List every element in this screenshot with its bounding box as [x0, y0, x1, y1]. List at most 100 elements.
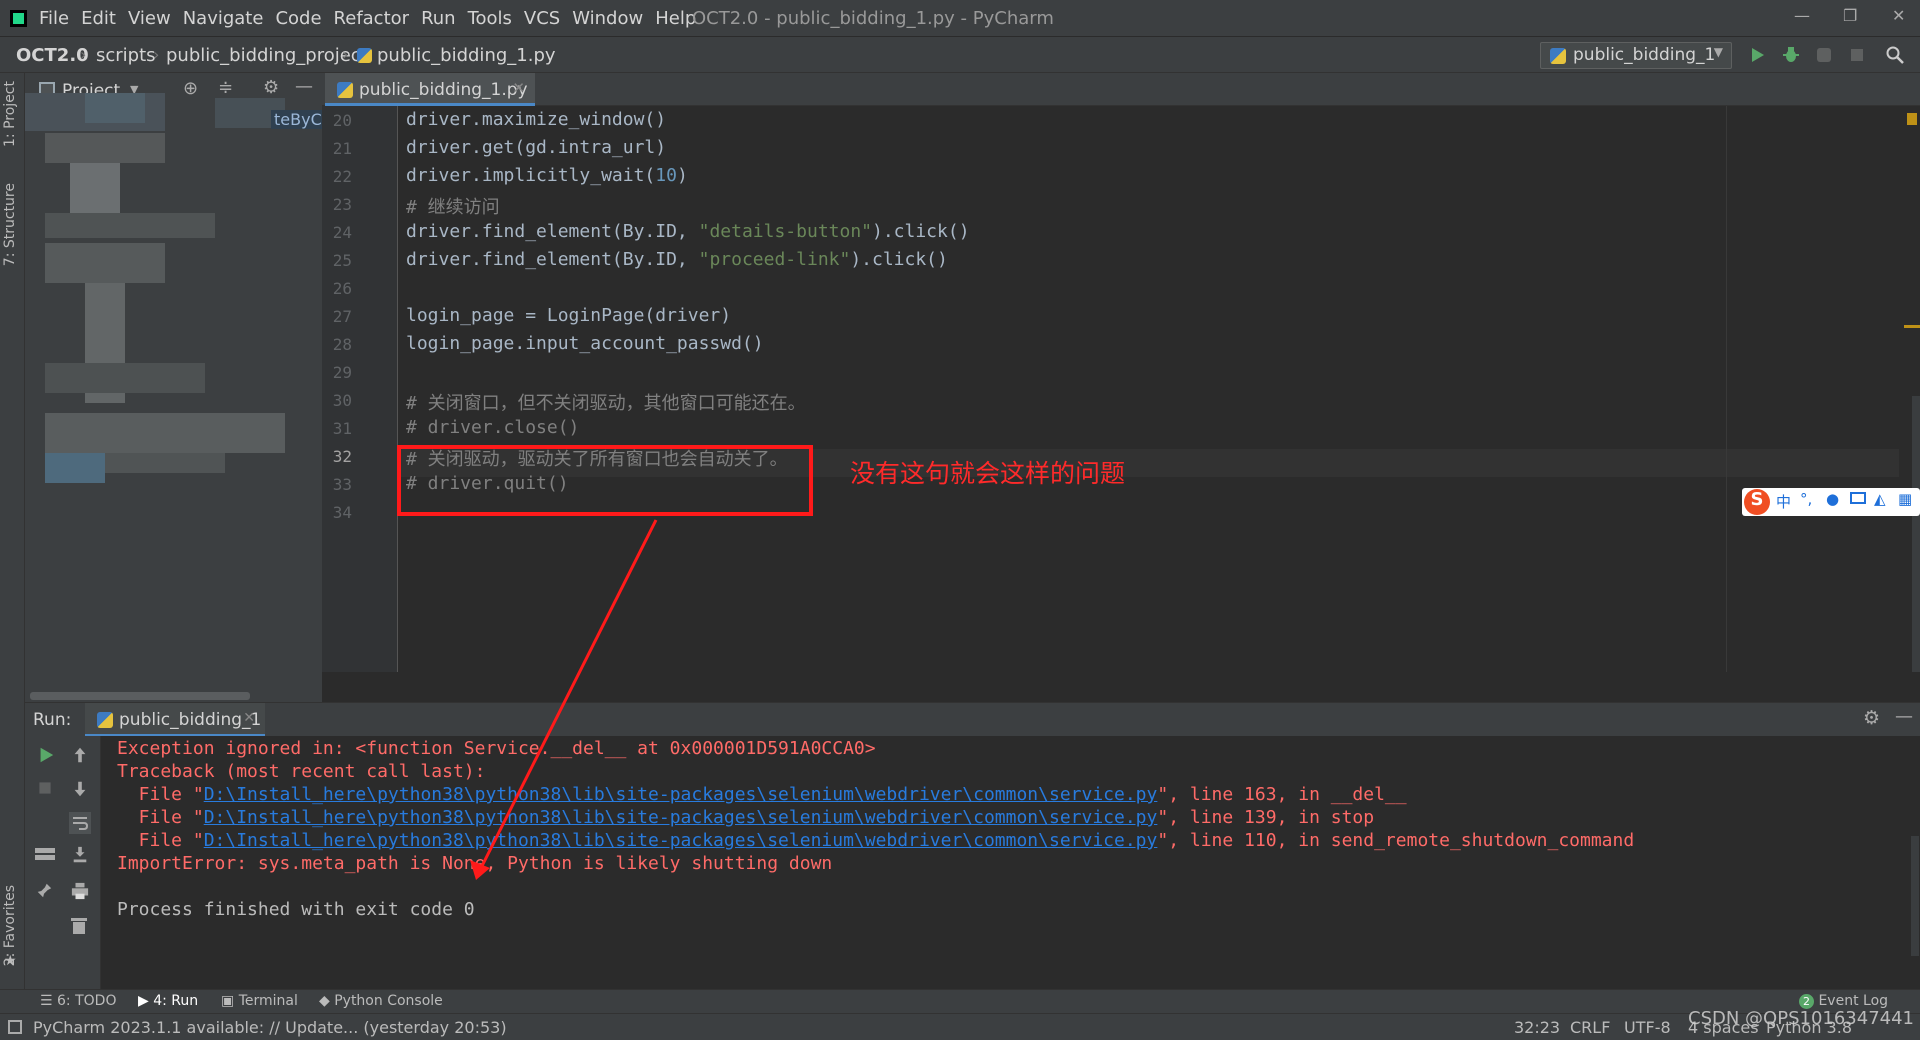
skin-icon[interactable]: ◭: [1874, 490, 1886, 508]
close-run-tab-icon[interactable]: ✕: [243, 710, 255, 726]
watermark: CSDN @QPS1016347441: [1688, 1008, 1915, 1029]
event-log-label: Event Log: [1818, 993, 1889, 1009]
menu-view[interactable]: View: [128, 8, 171, 29]
gear-icon[interactable]: ⚙: [1863, 707, 1880, 729]
debug-icon[interactable]: [1781, 45, 1801, 65]
breadcrumb-folder-project[interactable]: public_bidding_project: [166, 45, 368, 66]
console-line: File "D:\Install_here\python38\python38\…: [117, 784, 1407, 805]
event-log-tab[interactable]: 2 Event Log: [1799, 993, 1888, 1009]
ime-toolbar[interactable]: S 中 °, ● ◭ ▦: [1742, 488, 1920, 516]
hide-panel-icon[interactable]: —: [1895, 706, 1913, 727]
editor-scroll-stripe[interactable]: [1900, 106, 1920, 672]
project-panel: Project ▼ ⊕ ≑ ⚙ — teByCl: [25, 73, 330, 702]
breadcrumb-project[interactable]: OCT2.0: [16, 45, 89, 66]
todo-tab-label: 6: TODO: [57, 993, 117, 1009]
warning-marker-icon[interactable]: [1907, 113, 1917, 125]
python-console-tab-label: Python Console: [334, 993, 443, 1009]
trash-icon[interactable]: [71, 916, 87, 934]
file-encoding[interactable]: UTF-8: [1624, 1018, 1671, 1037]
run-toolbar: [25, 736, 101, 989]
menu-bar: File Edit View Navigate Code Refactor Ru…: [0, 0, 1920, 36]
toolbox-icon[interactable]: ▦: [1898, 490, 1912, 508]
sogou-logo-icon: S: [1744, 489, 1770, 515]
keyboard-icon[interactable]: [1850, 492, 1866, 504]
file-link[interactable]: D:\Install_here\python38\python38\lib\si…: [204, 784, 1158, 805]
layout-icon[interactable]: [35, 846, 55, 862]
line-number: 29: [332, 363, 352, 382]
close-tab-icon[interactable]: ✕: [512, 79, 525, 97]
scroll-to-end-icon[interactable]: [71, 846, 89, 864]
cursor-position[interactable]: 32:23: [1514, 1018, 1560, 1037]
breadcrumb-file[interactable]: public_bidding_1.py: [357, 45, 556, 66]
file-link[interactable]: D:\Install_here\python38\python38\lib\si…: [204, 807, 1158, 828]
punctuation-icon[interactable]: °,: [1800, 490, 1812, 508]
search-icon[interactable]: [1885, 45, 1905, 65]
arrow-down-icon[interactable]: [71, 780, 89, 798]
pycharm-logo-icon: [10, 9, 27, 27]
terminal-tab[interactable]: ▣ Terminal: [221, 993, 298, 1009]
pin-icon[interactable]: [35, 882, 53, 900]
code-editor[interactable]: driver.maximize_window() driver.get(gd.in…: [399, 106, 1900, 672]
run-config-label: public_bidding_1: [1573, 45, 1716, 65]
rerun-icon[interactable]: [37, 746, 55, 764]
editor-tab-bar: public_bidding_1.py ✕: [322, 73, 1920, 106]
run-tab-public-bidding-1[interactable]: public_bidding_1 ✕: [85, 703, 265, 737]
menu-vcs[interactable]: VCS: [524, 8, 560, 29]
line-number: 32: [332, 447, 352, 466]
tab-label: public_bidding_1.py: [359, 80, 528, 100]
gear-icon[interactable]: ⚙: [263, 77, 279, 98]
collapse-all-icon[interactable]: ≑: [218, 77, 233, 98]
menu-navigate[interactable]: Navigate: [183, 8, 264, 29]
microphone-icon[interactable]: ●: [1826, 490, 1839, 508]
console-text: ", line 163, in __del__: [1157, 784, 1407, 805]
project-tool-tab[interactable]: 1: Project: [2, 81, 18, 147]
stop-icon[interactable]: [1847, 45, 1867, 65]
todo-tab[interactable]: ☰ 6: TODO: [40, 993, 116, 1009]
breadcrumb-folder-scripts[interactable]: scripts: [96, 45, 156, 66]
soft-wrap-icon[interactable]: [69, 812, 91, 834]
menu-code[interactable]: Code: [275, 8, 321, 29]
stop-icon[interactable]: [37, 780, 53, 796]
menu-help[interactable]: Help: [655, 8, 696, 29]
close-icon[interactable]: ✕: [1892, 6, 1905, 25]
hide-panel-icon[interactable]: —: [295, 76, 313, 97]
status-message[interactable]: PyCharm 2023.1.1 available: // Update...…: [33, 1018, 507, 1037]
ime-mode[interactable]: 中: [1776, 491, 1791, 512]
globe-icon[interactable]: ⊕: [183, 78, 198, 99]
arrow-up-icon[interactable]: [71, 746, 89, 764]
line-number: 30: [332, 391, 352, 410]
console-scrollbar[interactable]: [1911, 836, 1919, 956]
run-label: Run:: [33, 710, 72, 730]
console-output[interactable]: Exception ignored in: <function Service.…: [101, 736, 1920, 989]
print-icon[interactable]: [71, 882, 89, 900]
run-tool-tab[interactable]: ▶ 4: Run: [138, 993, 198, 1009]
file-link[interactable]: D:\Install_here\python38\python38\lib\si…: [204, 830, 1158, 851]
minimize-icon[interactable]: —: [1794, 6, 1810, 25]
line-separator[interactable]: CRLF: [1570, 1018, 1610, 1037]
menu-window[interactable]: Window: [572, 8, 643, 29]
menu-edit[interactable]: Edit: [81, 8, 116, 29]
console-text: ", line 139, in stop: [1157, 807, 1375, 828]
vertical-scrollbar[interactable]: [1912, 396, 1920, 672]
run-configuration-select[interactable]: public_bidding_1 ▼: [1540, 42, 1732, 69]
menu-file[interactable]: File: [39, 8, 69, 29]
horizontal-scrollbar[interactable]: [30, 692, 250, 700]
tab-public-bidding-1[interactable]: public_bidding_1.py ✕: [325, 73, 535, 106]
console-line: File "D:\Install_here\python38\python38\…: [117, 830, 1635, 851]
restore-icon[interactable]: ❐: [1843, 6, 1857, 25]
left-tool-stripe: 1: Project 7: Structure 2: Favorites ★: [0, 73, 25, 989]
inspection-marker[interactable]: [1904, 325, 1920, 328]
python-console-tab[interactable]: ◆ Python Console: [319, 993, 443, 1009]
run-icon[interactable]: [1747, 45, 1767, 65]
console-text: File ": [117, 784, 204, 805]
menu-tools[interactable]: Tools: [468, 8, 512, 29]
code-line: login_page.input_account_passwd(): [406, 333, 764, 354]
menu-refactor[interactable]: Refactor: [334, 8, 410, 29]
line-number: 27: [332, 307, 352, 326]
code-line: driver.get(gd.intra_url): [406, 137, 667, 158]
structure-tool-tab[interactable]: 7: Structure: [2, 183, 18, 266]
menu-run[interactable]: Run: [421, 8, 456, 29]
toggle-tool-windows-icon[interactable]: [8, 1020, 22, 1034]
breadcrumb-separator-icon: ›: [342, 45, 349, 64]
coverage-icon[interactable]: [1814, 45, 1834, 65]
